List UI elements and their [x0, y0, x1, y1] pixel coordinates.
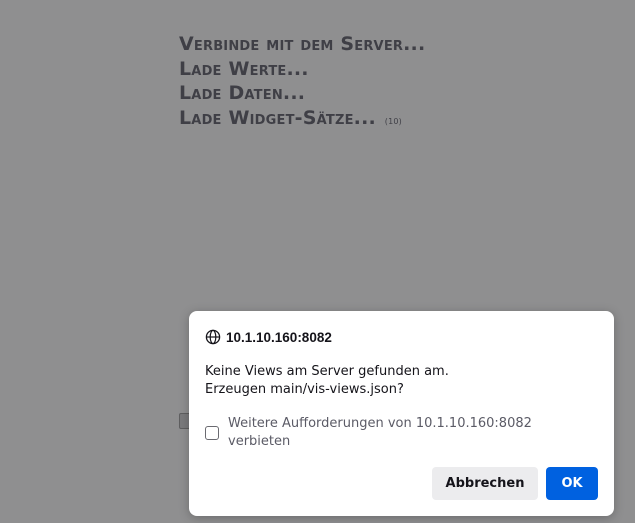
loading-status: Verbinde mit dem Server... Lade Werte...… — [179, 32, 425, 134]
loading-line-widgets-text: Lade Widget-Sätze... — [179, 106, 376, 129]
loading-line-connect: Verbinde mit dem Server... — [179, 33, 426, 55]
dialog-header: 10.1.10.160:8082 — [205, 328, 332, 346]
loading-line-widgets: Lade Widget-Sätze... (10) — [179, 106, 425, 135]
suppress-checkbox[interactable] — [205, 426, 219, 440]
ok-button[interactable]: OK — [546, 467, 598, 500]
dialog-message: Keine Views am Server gefunden am. Erzeu… — [205, 363, 595, 399]
dialog-origin: 10.1.10.160:8082 — [226, 329, 332, 345]
loading-line-values: Lade Werte... — [179, 57, 309, 80]
dialog-message-line2: Erzeugen main/vis-views.json? — [205, 382, 404, 397]
globe-icon — [205, 329, 221, 345]
widget-count: (10) — [384, 116, 402, 126]
dialog-message-line1: Keine Views am Server gefunden am. — [205, 364, 449, 379]
loading-line-data: Lade Daten... — [179, 82, 306, 104]
confirm-dialog: 10.1.10.160:8082 Keine Views am Server g… — [189, 311, 614, 516]
suppress-option[interactable]: Weitere Aufforderungen von 10.1.10.160:8… — [205, 415, 558, 451]
suppress-label: Weitere Aufforderungen von 10.1.10.160:8… — [228, 416, 532, 449]
cancel-button[interactable]: Abbrechen — [432, 467, 538, 500]
